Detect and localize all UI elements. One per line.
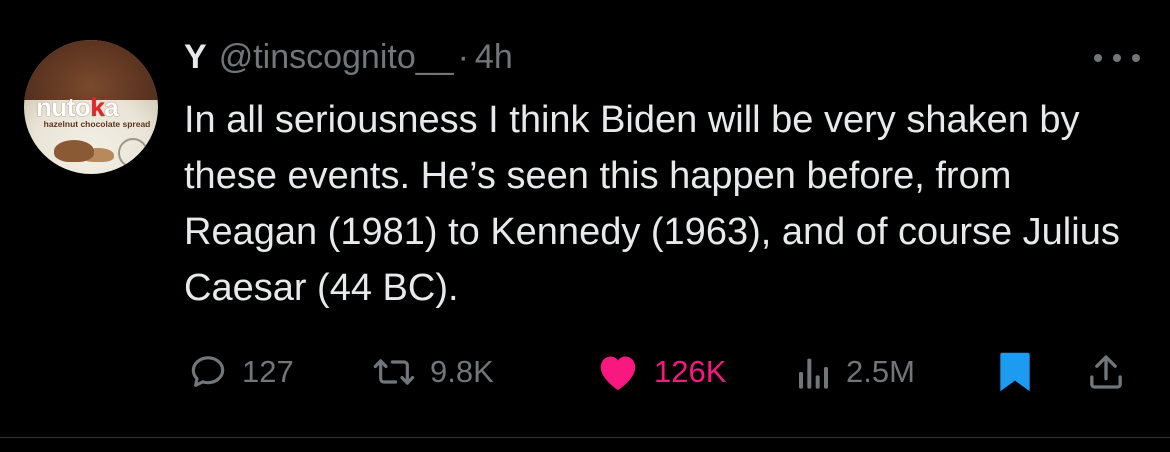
author-display-name[interactable]: Y <box>184 38 207 77</box>
tweet-card[interactable]: nutoka hazelnut chocolate spread Y @tins… <box>0 0 1170 452</box>
more-horizontal-icon-dot <box>1113 54 1121 62</box>
share-button[interactable] <box>1086 346 1126 398</box>
retweet-button[interactable]: 9.8K <box>372 346 494 398</box>
more-horizontal-icon-dot <box>1132 54 1140 62</box>
avatar[interactable]: nutoka hazelnut chocolate spread <box>24 40 158 174</box>
more-options-button[interactable] <box>1094 46 1140 70</box>
like-count: 126K <box>654 354 727 389</box>
speech-bubble-icon <box>191 356 225 387</box>
share-upload-icon <box>1090 355 1122 389</box>
tweet-text: In all seriousness I think Biden will be… <box>184 99 1120 309</box>
reply-count: 127 <box>242 354 294 389</box>
avatar-spoon <box>118 138 148 168</box>
reply-button[interactable]: 127 <box>188 346 294 398</box>
author-handle[interactable]: @tinscognito__ <box>219 38 454 77</box>
retweet-count: 9.8K <box>430 354 494 389</box>
tweet-actions-bar: 127 9.8K 126K 2.5M <box>184 346 1144 398</box>
bookmark-button[interactable] <box>998 346 1032 398</box>
avatar-subtitle: hazelnut chocolate spread <box>43 119 151 129</box>
tweet-timestamp[interactable]: 4h <box>475 38 513 77</box>
views-count: 2.5M <box>846 354 915 389</box>
bar-chart-icon <box>799 358 828 389</box>
heart-icon <box>600 356 636 391</box>
bookmark-icon <box>1000 352 1030 392</box>
avatar-jar-lid <box>24 40 158 100</box>
views-button[interactable]: 2.5M <box>796 346 915 398</box>
more-horizontal-icon <box>1094 54 1102 62</box>
tweet-header: Y @tinscognito__ · 4h <box>184 38 513 82</box>
header-separator: · <box>457 38 469 76</box>
tweet-divider <box>0 437 1170 438</box>
avatar-hazelnuts <box>54 140 94 162</box>
retweet-arrows-icon <box>373 359 415 385</box>
like-button[interactable]: 126K <box>596 346 726 398</box>
